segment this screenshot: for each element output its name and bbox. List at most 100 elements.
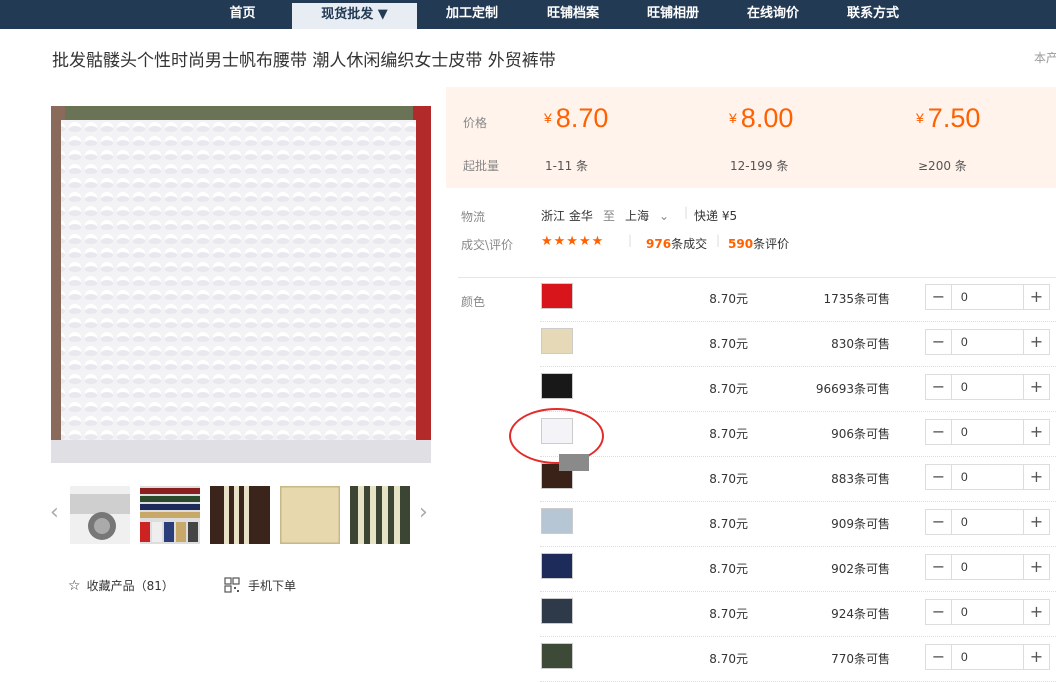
minus-icon[interactable]: − xyxy=(926,330,952,354)
nav-shop-profile[interactable]: 旺铺档案 xyxy=(533,0,613,29)
ship-from: 浙江 金华 xyxy=(541,209,593,223)
minus-icon[interactable]: − xyxy=(926,375,952,399)
chevron-left-icon[interactable]: ‹ xyxy=(50,500,59,525)
minus-icon[interactable]: − xyxy=(926,555,952,579)
tier-price-3: ¥7.50 xyxy=(916,103,981,133)
quantity-input[interactable] xyxy=(953,285,1023,309)
quantity-stepper: −+ xyxy=(925,329,1050,355)
star-outline-icon: ☆ xyxy=(68,578,81,594)
color-swatch[interactable] xyxy=(541,643,573,669)
plus-icon[interactable]: + xyxy=(1023,420,1049,444)
color-swatch[interactable] xyxy=(541,508,573,534)
chevron-down-icon: ⌄ xyxy=(659,209,670,223)
separator: | xyxy=(716,233,721,247)
variant-stock: 924条可售 xyxy=(831,607,890,621)
separator: | xyxy=(684,205,689,219)
variant-price: 8.70元 xyxy=(709,472,748,486)
tier-price-2: ¥8.00 xyxy=(729,103,794,133)
minus-icon[interactable]: − xyxy=(926,465,952,489)
plus-icon[interactable]: + xyxy=(1023,465,1049,489)
variant-price: 8.70元 xyxy=(709,607,748,621)
plus-icon[interactable]: + xyxy=(1023,285,1049,309)
plus-icon[interactable]: + xyxy=(1023,330,1049,354)
price-label: 价格 xyxy=(463,116,488,130)
color-swatch[interactable] xyxy=(541,553,573,579)
quantity-stepper: −+ xyxy=(925,464,1050,490)
plus-icon[interactable]: + xyxy=(1023,600,1049,624)
color-label: 颜色 xyxy=(461,295,486,309)
highlight-circle xyxy=(509,408,604,464)
quantity-stepper: −+ xyxy=(925,554,1050,580)
variant-price: 8.70元 xyxy=(709,427,748,441)
variant-price: 8.70元 xyxy=(709,562,748,576)
minus-icon[interactable]: − xyxy=(926,285,952,309)
variant-stock: 883条可售 xyxy=(831,472,890,486)
variant-price: 8.70元 xyxy=(709,517,748,531)
plus-icon[interactable]: + xyxy=(1023,510,1049,534)
main-product-image[interactable] xyxy=(51,106,431,463)
color-swatch[interactable] xyxy=(541,373,573,399)
tier-range-2: 12-199 条 xyxy=(730,159,789,173)
ship-to-word: 至 xyxy=(603,209,616,223)
nav-wholesale[interactable]: 现货批发 ▼ xyxy=(292,0,417,29)
plus-icon[interactable]: + xyxy=(1023,645,1049,669)
logistics-label: 物流 xyxy=(461,210,486,224)
quantity-input[interactable] xyxy=(953,600,1023,624)
quantity-stepper: −+ xyxy=(925,509,1050,535)
rating-stars-icon: ★★★★★ xyxy=(541,234,605,249)
nav-inquiry[interactable]: 在线询价 xyxy=(733,0,813,29)
minus-icon[interactable]: − xyxy=(926,510,952,534)
color-swatch[interactable] xyxy=(541,283,573,309)
minus-icon[interactable]: − xyxy=(926,420,952,444)
variant-row: 8.70元883条可售−+ xyxy=(540,457,1056,502)
nav-shop-album[interactable]: 旺铺相册 xyxy=(633,0,713,29)
plus-icon[interactable]: + xyxy=(1023,555,1049,579)
thumbnail-1[interactable] xyxy=(70,486,130,544)
quantity-input[interactable] xyxy=(953,330,1023,354)
quantity-input[interactable] xyxy=(953,555,1023,579)
chevron-right-icon[interactable]: › xyxy=(419,500,428,525)
ship-to-select[interactable]: 上海 ⌄ xyxy=(625,207,669,224)
favorite-button[interactable]: ☆ 收藏产品（81） xyxy=(68,577,174,594)
quantity-stepper: −+ xyxy=(925,374,1050,400)
variant-row: 8.70元770条可售−+ xyxy=(540,637,1056,682)
favorite-label: 收藏产品（81） xyxy=(86,579,174,593)
quantity-stepper: −+ xyxy=(925,644,1050,670)
quantity-input[interactable] xyxy=(953,420,1023,444)
color-swatch[interactable] xyxy=(541,598,573,624)
nav-contact[interactable]: 联系方式 xyxy=(833,0,913,29)
color-swatch[interactable] xyxy=(541,328,573,354)
variant-price: 8.70元 xyxy=(709,382,748,396)
variant-row: 8.70元830条可售−+ xyxy=(540,322,1056,367)
nav-home[interactable]: 首页 xyxy=(205,0,280,29)
variant-row: 8.70元906条可售−+ xyxy=(540,412,1056,457)
mobile-order-button[interactable]: 手机下单 xyxy=(224,577,296,596)
variant-price: 8.70元 xyxy=(709,292,748,306)
quantity-input[interactable] xyxy=(953,465,1023,489)
qrcode-icon xyxy=(224,577,240,596)
reviews-label: 成交\评价 xyxy=(461,238,514,252)
variant-row: 8.70元1735条可售−+ xyxy=(540,277,1056,322)
quantity-input[interactable] xyxy=(953,375,1023,399)
quantity-input[interactable] xyxy=(953,510,1023,534)
thumbnail-5[interactable] xyxy=(350,486,410,544)
variant-stock: 770条可售 xyxy=(831,652,890,666)
variant-row: 8.70元 924条可售 − + xyxy=(540,592,1056,637)
thumbnail-2[interactable] xyxy=(140,486,200,544)
thumbnail-3[interactable] xyxy=(210,486,270,544)
variant-row: 8.70元902条可售−+ xyxy=(540,547,1056,592)
plus-icon[interactable]: + xyxy=(1023,375,1049,399)
minus-icon[interactable]: − xyxy=(926,600,952,624)
variant-stock: 909条可售 xyxy=(831,517,890,531)
variant-stock: 906条可售 xyxy=(831,427,890,441)
top-nav: 首页 现货批发 ▼ 加工定制 旺铺档案 旺铺相册 在线询价 联系方式 xyxy=(0,0,1056,29)
minus-icon[interactable]: − xyxy=(926,645,952,669)
quantity-input[interactable] xyxy=(953,645,1023,669)
sold-count-link[interactable]: 976条成交 xyxy=(646,235,707,252)
review-count-link[interactable]: 590条评价 xyxy=(728,235,789,252)
nav-custom[interactable]: 加工定制 xyxy=(432,0,512,29)
thumbnail-4[interactable] xyxy=(278,484,342,546)
quantity-stepper: −+ xyxy=(925,419,1050,445)
variant-row: 8.70元96693条可售−+ xyxy=(540,367,1056,412)
variant-stock: 830条可售 xyxy=(831,337,890,351)
